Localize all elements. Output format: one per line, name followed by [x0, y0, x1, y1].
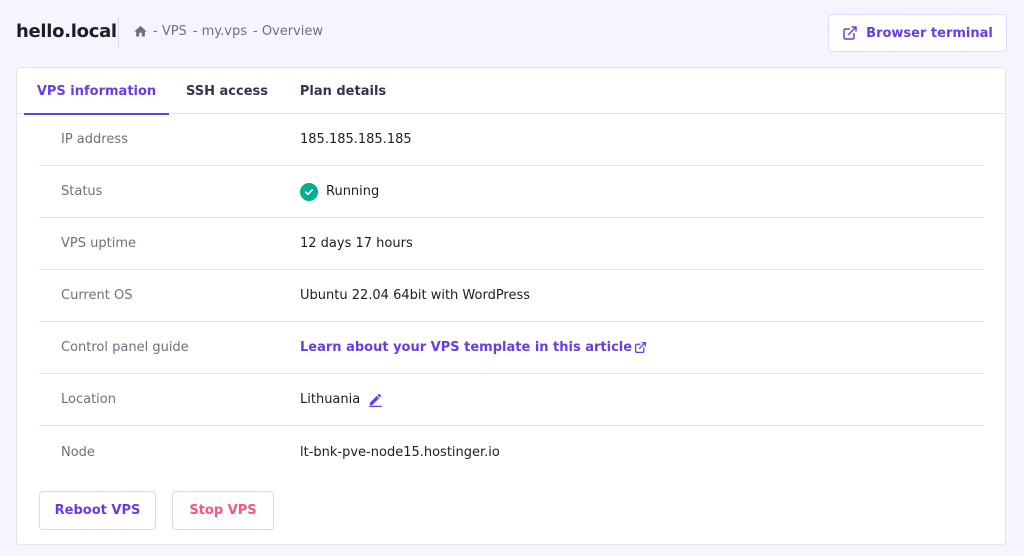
- location-value: Lithuania: [300, 392, 361, 407]
- location-label: Location: [61, 392, 116, 407]
- tab-ssh-access[interactable]: SSH access: [177, 68, 277, 114]
- status-value-wrap: Running: [300, 182, 380, 201]
- home-icon[interactable]: [133, 24, 148, 39]
- current-os-label: Current OS: [61, 288, 133, 303]
- uptime-value: 12 days 17 hours: [300, 236, 413, 251]
- guide-value-wrap: Learn about your VPS template in this ar…: [300, 340, 647, 355]
- vps-info-list: IP address 185.185.185.185 Status Runnin…: [39, 114, 984, 478]
- uptime-label: VPS uptime: [61, 236, 136, 251]
- control-panel-guide-label: Control panel guide: [61, 340, 189, 355]
- tab-plan-details[interactable]: Plan details: [293, 68, 393, 114]
- tab-vps-information[interactable]: VPS information: [24, 68, 169, 115]
- external-link-icon: [634, 341, 647, 354]
- info-row-node: Node lt-bnk-pve-node15.hostinger.io: [39, 426, 984, 478]
- breadcrumb: - VPS - my.vps - Overview: [133, 24, 329, 39]
- location-value-wrap: Lithuania: [300, 392, 383, 407]
- status-label: Status: [61, 184, 103, 199]
- breadcrumb-vps[interactable]: - VPS: [153, 24, 187, 39]
- info-row-guide: Control panel guide Learn about your VPS…: [39, 322, 984, 374]
- breadcrumb-overview: - Overview: [253, 24, 324, 39]
- info-row-uptime: VPS uptime 12 days 17 hours: [39, 218, 984, 270]
- template-article-link[interactable]: Learn about your VPS template in this ar…: [300, 340, 647, 355]
- info-row-os: Current OS Ubuntu 22.04 64bit with WordP…: [39, 270, 984, 322]
- pencil-icon[interactable]: [368, 392, 383, 407]
- browser-terminal-button[interactable]: Browser terminal: [828, 14, 1007, 52]
- vps-actions: Reboot VPS Stop VPS: [39, 491, 274, 530]
- info-row-ip: IP address 185.185.185.185: [39, 114, 984, 166]
- node-label: Node: [61, 444, 95, 460]
- ip-address-value: 185.185.185.185: [300, 132, 412, 147]
- reboot-vps-button[interactable]: Reboot VPS: [39, 491, 156, 530]
- external-link-icon: [842, 25, 858, 41]
- header-divider: [118, 17, 119, 49]
- template-article-link-text: Learn about your VPS template in this ar…: [300, 340, 633, 355]
- ip-address-label: IP address: [61, 132, 128, 147]
- status-value: Running: [326, 184, 380, 199]
- browser-terminal-label: Browser terminal: [866, 25, 993, 41]
- info-row-location: Location Lithuania: [39, 374, 984, 426]
- check-circle-icon: [300, 182, 318, 201]
- stop-vps-button[interactable]: Stop VPS: [172, 491, 274, 530]
- info-row-status: Status Running: [39, 166, 984, 218]
- breadcrumb-my-vps[interactable]: - my.vps: [193, 24, 247, 39]
- vps-overview-card: VPS information SSH access Plan details …: [16, 67, 1006, 545]
- top-bar: hello.local - VPS - my.vps - Overview Br…: [0, 0, 1024, 66]
- node-value: lt-bnk-pve-node15.hostinger.io: [300, 444, 500, 460]
- current-os-value: Ubuntu 22.04 64bit with WordPress: [300, 288, 531, 303]
- tab-bar: VPS information SSH access Plan details: [17, 68, 1005, 115]
- site-title: hello.local: [16, 21, 117, 42]
